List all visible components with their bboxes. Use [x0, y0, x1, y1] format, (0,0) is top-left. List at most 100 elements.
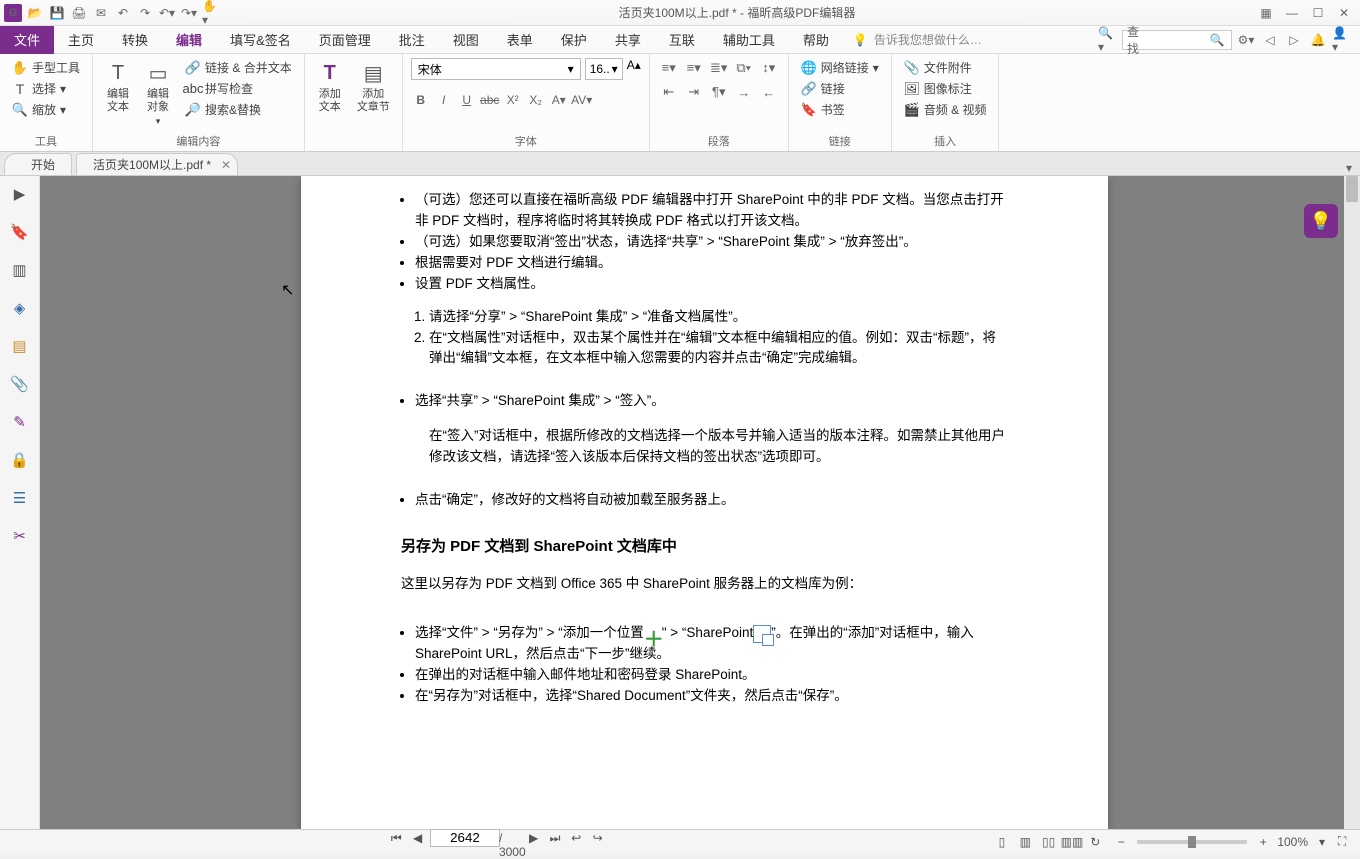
scrollbar-thumb[interactable]: [1346, 176, 1358, 202]
bold-icon[interactable]: B: [411, 90, 431, 110]
align-center-icon[interactable]: ≡▾: [683, 58, 705, 78]
edit-text-button[interactable]: T 编辑文本: [101, 58, 135, 116]
tab-form[interactable]: 表单: [493, 26, 547, 54]
para-spacing-icon[interactable]: ¶▾: [708, 82, 730, 102]
tab-comment[interactable]: 批注: [385, 26, 439, 54]
web-link-button[interactable]: 🌐网络链接▾: [797, 58, 883, 77]
layers-panel-icon[interactable]: ◈: [8, 296, 32, 320]
tell-me[interactable]: 💡 告诉我您想做什么…: [843, 31, 992, 48]
maximize-icon[interactable]: ☐: [1306, 3, 1330, 23]
link-merge-button[interactable]: 🔗链接 & 合并文本: [181, 58, 296, 77]
tab-fill-sign[interactable]: 填写&签名: [216, 26, 305, 54]
search-replace-button[interactable]: 🔎搜索&替换: [181, 100, 296, 119]
vertical-scrollbar[interactable]: [1344, 176, 1360, 829]
zoom-value[interactable]: 100%: [1273, 833, 1312, 851]
last-page-icon[interactable]: ⏭: [546, 830, 564, 848]
subscript-icon[interactable]: X₂: [526, 90, 546, 110]
redaction-panel-icon[interactable]: ✂: [8, 524, 32, 548]
document-tab[interactable]: 活页夹100M以上.pdf * ✕: [76, 153, 238, 175]
next-view-icon[interactable]: ↪: [589, 829, 607, 847]
save-icon[interactable]: 💾: [48, 4, 66, 22]
bookmark-button[interactable]: 🔖书签: [797, 100, 883, 119]
prev-page-icon[interactable]: ◀: [409, 829, 427, 847]
first-page-icon[interactable]: ⏮: [387, 830, 405, 848]
redo-dropdown-icon[interactable]: ↷▾: [180, 4, 198, 22]
tab-accessibility[interactable]: 辅助工具: [709, 26, 789, 54]
tab-connect[interactable]: 互联: [655, 26, 709, 54]
zoom-in-icon[interactable]: +: [1253, 833, 1273, 851]
start-tab[interactable]: 开始: [4, 153, 72, 175]
attachments-panel-icon[interactable]: 📎: [8, 372, 32, 396]
indent-right-icon[interactable]: ⇥: [683, 82, 705, 102]
search-icon[interactable]: 🔍: [1207, 30, 1227, 50]
tab-convert[interactable]: 转换: [108, 26, 162, 54]
image-annotation-button[interactable]: 🖼图像标注: [900, 79, 991, 98]
gear-icon[interactable]: ⚙▾: [1236, 30, 1256, 50]
continuous-facing-icon[interactable]: ▥▥: [1062, 833, 1082, 851]
minimize-icon[interactable]: —: [1280, 3, 1304, 23]
signatures-panel-icon[interactable]: ✎: [8, 410, 32, 434]
italic-icon[interactable]: I: [434, 90, 454, 110]
bullets-icon[interactable]: ≣▾: [708, 58, 730, 78]
bookmarks-panel-icon[interactable]: 🔖: [8, 220, 32, 244]
tab-page-organize[interactable]: 页面管理: [305, 26, 385, 54]
mail-icon[interactable]: ✉: [92, 4, 110, 22]
fields-panel-icon[interactable]: ☰: [8, 486, 32, 510]
helper-bulb-icon[interactable]: 💡: [1304, 204, 1338, 238]
reflow-icon[interactable]: ↻: [1085, 833, 1105, 851]
audio-video-button[interactable]: 🎬音频 & 视频: [900, 100, 991, 119]
numbering-icon[interactable]: ⧉▾: [733, 58, 755, 78]
indent-left-icon[interactable]: ⇤: [658, 82, 680, 102]
zoom-dropdown-icon[interactable]: ▾: [1312, 833, 1332, 851]
facing-icon[interactable]: ▯▯: [1039, 833, 1059, 851]
document-canvas[interactable]: （可选）您还可以直接在福昕高级 PDF 编辑器中打开 SharePoint 中的…: [40, 176, 1360, 829]
edit-object-button[interactable]: ▭ 编辑对象 ▾: [141, 58, 175, 129]
underline-icon[interactable]: U: [457, 90, 477, 110]
tab-home[interactable]: 主页: [54, 26, 108, 54]
arrange-icon[interactable]: ▦: [1254, 3, 1278, 23]
align-left-icon[interactable]: ≡▾: [658, 58, 680, 78]
font-color-icon[interactable]: A▾: [549, 90, 569, 110]
attachment-button[interactable]: 📎文件附件: [900, 58, 991, 77]
font-grow-icon[interactable]: A▴: [627, 58, 641, 80]
font-size-select[interactable]: 16..▾: [585, 58, 623, 80]
continuous-icon[interactable]: ▥: [1015, 833, 1035, 851]
select-tool-button[interactable]: Ｔ选择▾: [8, 79, 84, 98]
zoom-slider[interactable]: [1137, 840, 1247, 844]
comments-panel-icon[interactable]: ▤: [8, 334, 32, 358]
rtl-icon[interactable]: ←: [758, 82, 780, 102]
strike-icon[interactable]: abc: [480, 90, 500, 110]
font-name-select[interactable]: 宋体▾: [411, 58, 581, 80]
spellcheck-button[interactable]: abc拼写检查: [181, 79, 296, 98]
tab-edit[interactable]: 编辑: [162, 26, 216, 54]
next-page-icon[interactable]: ▶: [525, 829, 543, 847]
add-article-button[interactable]: ▤ 添加文章节: [353, 58, 394, 116]
superscript-icon[interactable]: X²: [503, 90, 523, 110]
line-spacing-icon[interactable]: ↕▾: [758, 58, 780, 78]
redo-icon[interactable]: ↷: [136, 4, 154, 22]
open-icon[interactable]: 📂: [26, 4, 44, 22]
tab-protect[interactable]: 保护: [547, 26, 601, 54]
expand-nav-icon[interactable]: ▶: [8, 182, 32, 206]
undo-icon[interactable]: ↶: [114, 4, 132, 22]
collapse-ribbon-icon[interactable]: ▾: [1338, 161, 1360, 175]
single-page-icon[interactable]: ▯: [992, 833, 1012, 851]
search-input[interactable]: 查找 🔍: [1122, 30, 1232, 50]
close-icon[interactable]: ✕: [1332, 3, 1356, 23]
user-icon[interactable]: 👤▾: [1332, 30, 1352, 50]
add-text-button[interactable]: T 添加文本: [313, 58, 347, 116]
print-icon[interactable]: 🖨: [70, 4, 88, 22]
fit-page-icon[interactable]: ⛶: [1332, 833, 1352, 851]
link-button[interactable]: 🔗链接: [797, 79, 883, 98]
prev-view-icon[interactable]: ↩: [567, 829, 585, 847]
page-number-input[interactable]: [430, 829, 500, 847]
zoom-tool-button[interactable]: 🔍缩放▾: [8, 100, 84, 119]
char-spacing-icon[interactable]: AV▾: [572, 90, 592, 110]
tab-close-icon[interactable]: ✕: [221, 158, 231, 172]
tab-file[interactable]: 文件: [0, 26, 54, 54]
next-find-icon[interactable]: ▷: [1284, 30, 1304, 50]
bell-icon[interactable]: 🔔: [1308, 30, 1328, 50]
tab-help[interactable]: 帮助: [789, 26, 843, 54]
hand-tool-button[interactable]: ✋手型工具: [8, 58, 84, 77]
security-panel-icon[interactable]: 🔒: [8, 448, 32, 472]
